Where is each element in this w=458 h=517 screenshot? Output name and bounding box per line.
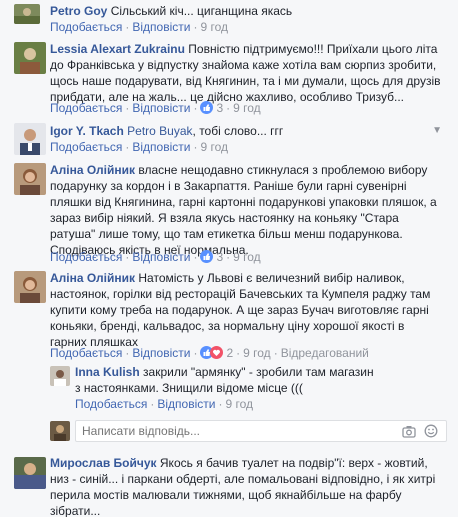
comment-author[interactable]: Inna Kulish <box>75 365 140 379</box>
reaction-count[interactable]: 3 <box>216 250 223 264</box>
avatar[interactable] <box>14 123 46 155</box>
reply-button[interactable]: Відповісти <box>157 397 215 411</box>
comment-author[interactable]: Lessia Alexart Zukrainu <box>50 42 185 56</box>
current-user-avatar <box>50 421 70 441</box>
reply-button[interactable]: Відповісти <box>132 101 190 115</box>
reply-button[interactable]: Відповісти <box>132 140 190 154</box>
like-button[interactable]: Подобається <box>50 250 122 264</box>
avatar[interactable] <box>14 457 46 489</box>
mention-link[interactable]: Petro Buyak <box>127 124 192 138</box>
comment-author[interactable]: Аліна Олійник <box>50 271 135 285</box>
chevron-down-icon[interactable]: ▼ <box>432 125 442 136</box>
comment-thread: Petro Goy Сільський кіч... циганщина яка… <box>0 0 458 517</box>
like-button[interactable]: Подобається <box>50 20 122 34</box>
camera-icon[interactable] <box>402 424 416 441</box>
comment-text: , тобі слово... ггг <box>192 124 284 138</box>
avatar[interactable] <box>14 42 46 74</box>
timestamp[interactable]: 9 год <box>225 397 253 411</box>
avatar[interactable] <box>50 366 70 386</box>
timestamp[interactable]: 9 год <box>200 20 228 34</box>
reply-button[interactable]: Відповісти <box>132 250 190 264</box>
reaction-count[interactable]: 3 <box>216 101 223 115</box>
reply-button[interactable]: Відповісти <box>132 20 190 34</box>
comment-author[interactable]: Igor Y. Tkach <box>50 124 124 138</box>
like-button[interactable]: Подобається <box>50 101 122 115</box>
timestamp[interactable]: 9 год <box>200 140 228 154</box>
timestamp[interactable]: 9 год <box>233 101 261 115</box>
avatar[interactable] <box>14 271 46 303</box>
reply-button[interactable]: Відповісти <box>132 346 190 360</box>
avatar[interactable] <box>14 4 40 24</box>
like-reaction-icon[interactable] <box>200 101 214 118</box>
timestamp[interactable]: 9 год <box>243 346 271 360</box>
reply-input[interactable] <box>82 424 382 438</box>
edited-label[interactable]: Відредагований <box>281 346 369 360</box>
avatar[interactable] <box>14 163 46 195</box>
like-reaction-icon[interactable] <box>200 250 214 267</box>
comment-author[interactable]: Мирослав Бойчук <box>50 456 157 470</box>
love-reaction-icon[interactable] <box>210 346 224 363</box>
reply-input-box[interactable] <box>75 420 447 442</box>
like-button[interactable]: Подобається <box>50 346 122 360</box>
comment-text: Сільський кіч... циганщина якась <box>110 4 293 18</box>
like-button[interactable]: Подобається <box>75 397 147 411</box>
comment-author[interactable]: Аліна Олійник <box>50 163 135 177</box>
like-button[interactable]: Подобається <box>50 140 122 154</box>
emoji-icon[interactable] <box>424 424 438 441</box>
comment-author[interactable]: Petro Goy <box>50 4 107 18</box>
comment-text: власне нещодавно стикнулася з проблемою … <box>50 163 437 257</box>
timestamp[interactable]: 9 год <box>233 250 261 264</box>
reaction-count[interactable]: 2 <box>226 346 233 360</box>
